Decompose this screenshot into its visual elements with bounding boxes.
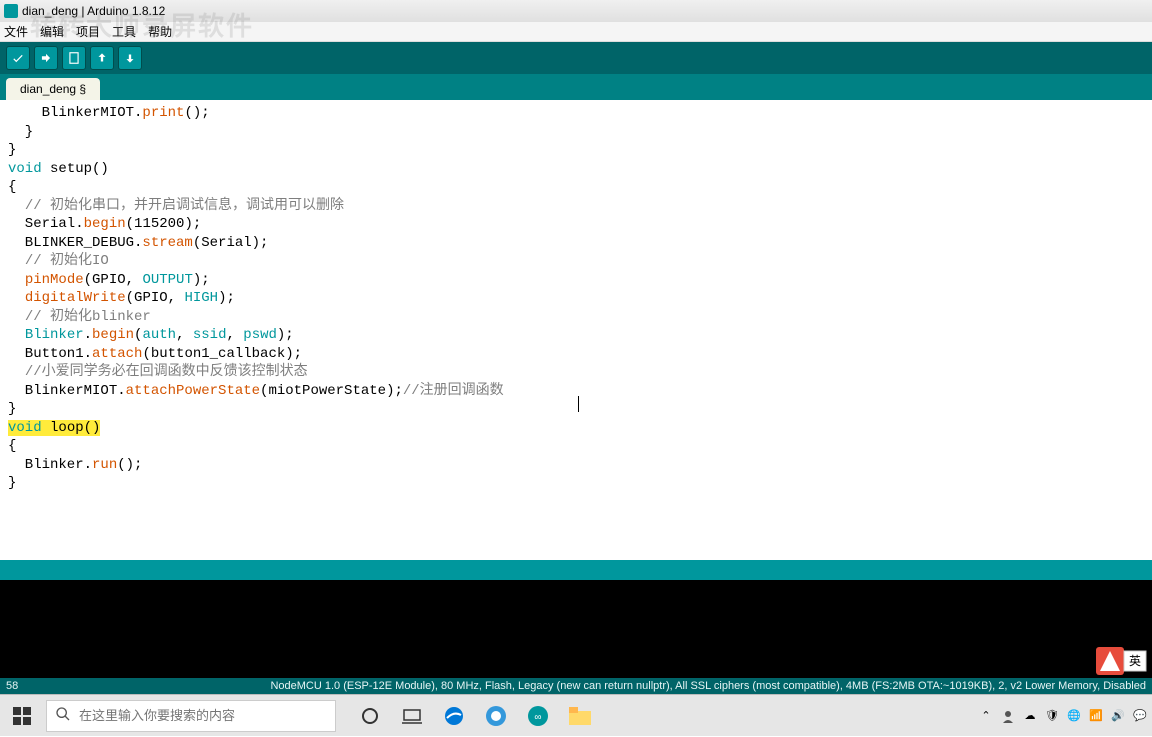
- console-output[interactable]: [0, 580, 1152, 678]
- task-icons: ∞: [358, 704, 592, 728]
- status-bar: 58 NodeMCU 1.0 (ESP-12E Module), 80 MHz,…: [0, 678, 1152, 694]
- window-title: dian_deng | Arduino 1.8.12: [22, 4, 165, 18]
- tab-label: dian_deng §: [20, 82, 86, 96]
- open-button[interactable]: [90, 46, 114, 70]
- search-input[interactable]: [79, 708, 327, 723]
- title-bar: dian_deng | Arduino 1.8.12: [0, 0, 1152, 22]
- text-cursor: [578, 396, 579, 412]
- svg-text:英: 英: [1129, 654, 1141, 668]
- arduino-taskbar-icon[interactable]: ∞: [526, 704, 550, 728]
- tray-people-icon[interactable]: [1000, 708, 1016, 724]
- tray-notification-icon[interactable]: 💬: [1132, 708, 1148, 724]
- save-button[interactable]: [118, 46, 142, 70]
- tab-bar: dian_deng §: [0, 74, 1152, 100]
- tray-security-icon[interactable]: 🛡: [1044, 708, 1060, 724]
- task-view-icon[interactable]: [400, 704, 424, 728]
- menu-project[interactable]: 项目: [76, 23, 100, 40]
- menu-tools[interactable]: 工具: [112, 23, 136, 40]
- line-number: 58: [6, 680, 18, 692]
- tray-network-icon[interactable]: 🌐: [1066, 708, 1082, 724]
- verify-button[interactable]: [6, 46, 30, 70]
- menu-file[interactable]: 文件: [4, 23, 28, 40]
- menu-edit[interactable]: 编辑: [40, 23, 64, 40]
- menu-help[interactable]: 帮助: [148, 23, 172, 40]
- tray-chevron-icon[interactable]: ⌃: [978, 708, 994, 724]
- board-info: NodeMCU 1.0 (ESP-12E Module), 80 MHz, Fl…: [270, 680, 1146, 692]
- arduino-icon: [4, 4, 18, 18]
- search-icon: [55, 706, 71, 725]
- tray-onedrive-icon[interactable]: ☁: [1022, 708, 1038, 724]
- new-button[interactable]: [62, 46, 86, 70]
- status-divider: [0, 560, 1152, 580]
- tab-sketch[interactable]: dian_deng §: [6, 78, 100, 100]
- system-tray: ⌃ ☁ 🛡 🌐 📶 🔊 💬: [978, 695, 1148, 736]
- toolbar: [0, 42, 1152, 74]
- cortana-icon[interactable]: [358, 704, 382, 728]
- svg-text:∞: ∞: [534, 712, 541, 723]
- taskbar: ∞ ⌃ ☁ 🛡 🌐 📶 🔊 💬: [0, 694, 1152, 736]
- code-editor[interactable]: BlinkerMIOT.print(); } } void setup() { …: [0, 100, 1152, 560]
- ime-badge[interactable]: 英: [1096, 647, 1148, 678]
- menu-bar: 文件 编辑 项目 工具 帮助: [0, 22, 1152, 42]
- start-button[interactable]: [0, 695, 44, 737]
- tray-volume-icon[interactable]: 🔊: [1110, 708, 1126, 724]
- upload-button[interactable]: [34, 46, 58, 70]
- taskbar-search[interactable]: [46, 700, 336, 732]
- tray-wifi-icon[interactable]: 📶: [1088, 708, 1104, 724]
- app-icon-1[interactable]: [484, 704, 508, 728]
- explorer-icon[interactable]: [568, 704, 592, 728]
- edge-icon[interactable]: [442, 704, 466, 728]
